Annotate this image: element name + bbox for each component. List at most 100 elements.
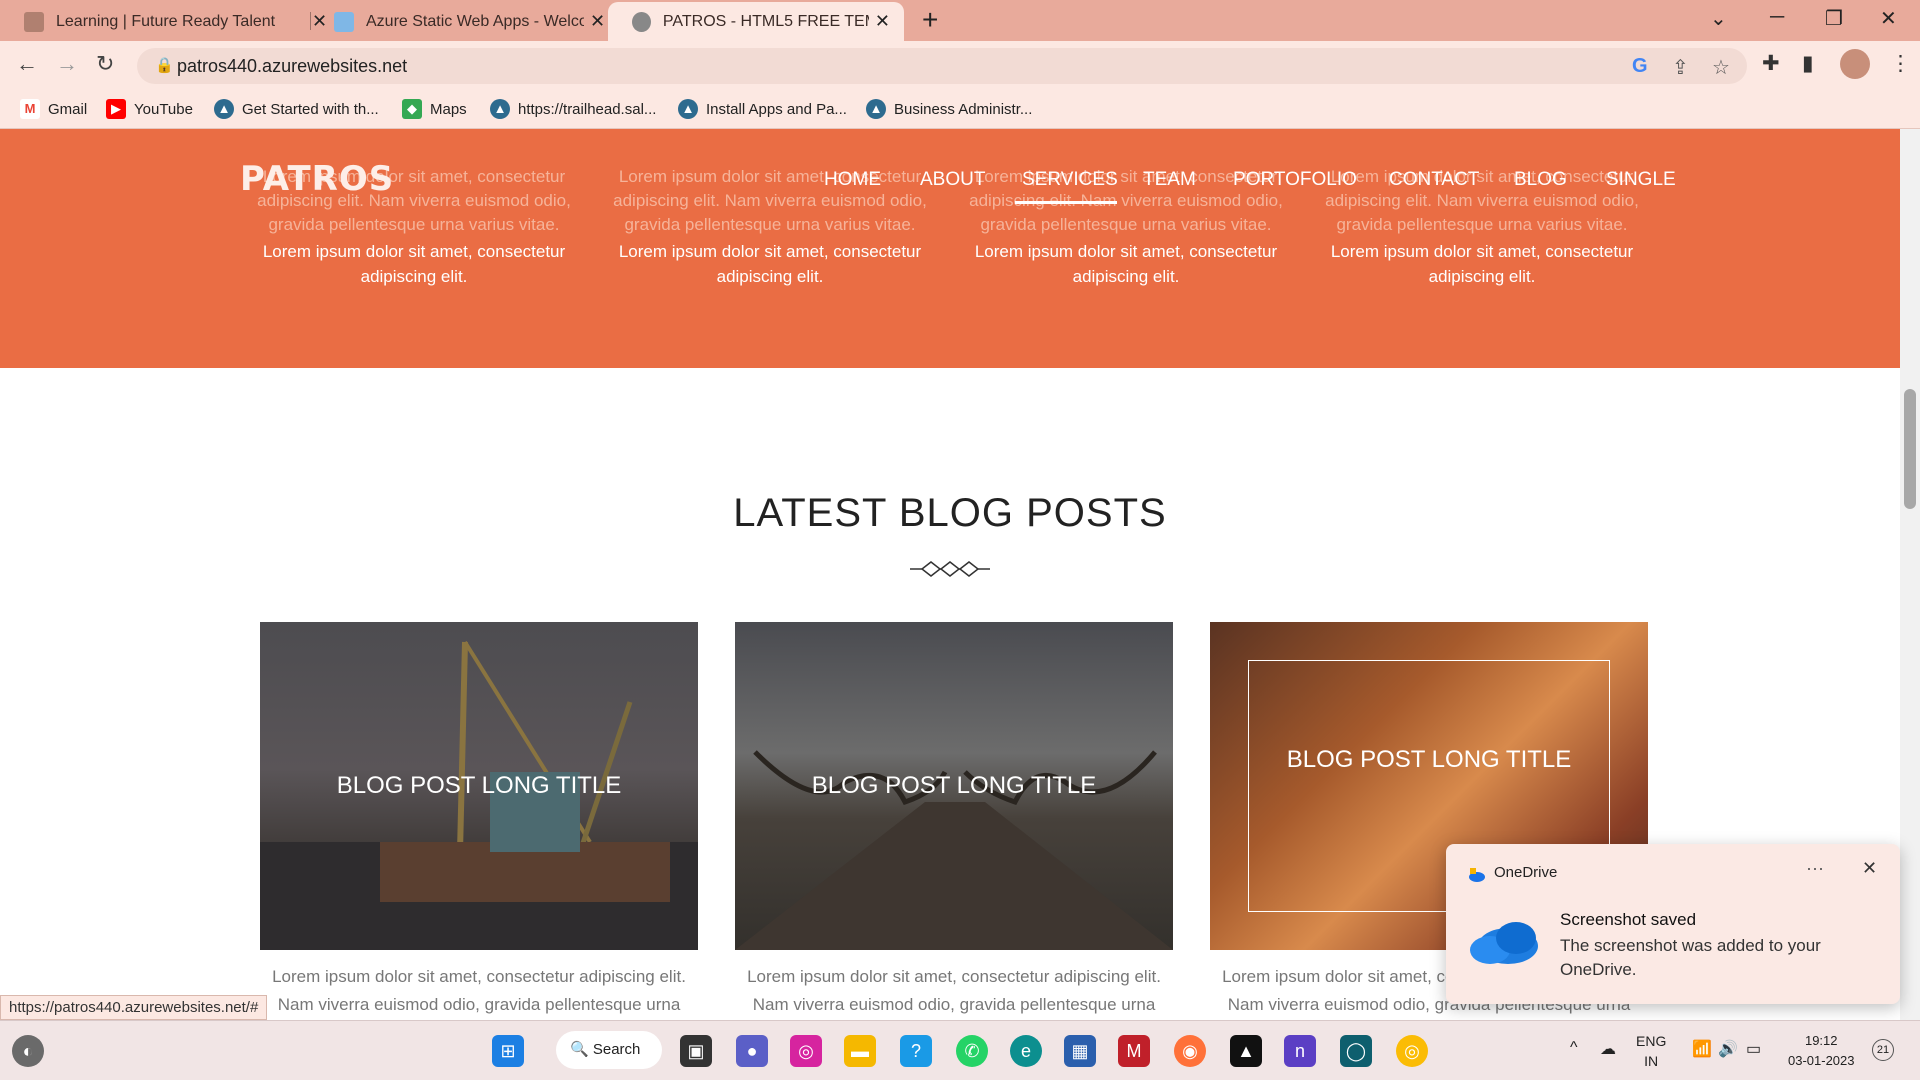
nav-portofolio[interactable]: PORTOFOLIO: [1233, 169, 1357, 191]
notification-body: The screenshot was added to your OneDriv…: [1560, 936, 1821, 979]
windows-taskbar: ◐ ⊞ 🔍 Search ▣ ● ◎ ▬ ? ✆ e ▦ M ◉ ▲ n ◯ ◎…: [0, 1020, 1920, 1080]
nav-services[interactable]: SERVICES: [1022, 169, 1118, 191]
nox-player-icon[interactable]: n: [1284, 1035, 1316, 1067]
nav-contact[interactable]: CONTACT: [1389, 169, 1479, 191]
task-view-icon[interactable]: ▣: [680, 1035, 712, 1067]
nav-about[interactable]: ABOUT: [920, 169, 985, 191]
lock-icon[interactable]: 🔒: [155, 56, 174, 74]
onedrive-notification[interactable]: OneDrive ··· ✕ Screenshot saved The scre…: [1446, 844, 1900, 1004]
minimize-icon[interactable]: ─: [1770, 6, 1784, 29]
system-clock[interactable]: 19:12 03-01-2023: [1788, 1031, 1855, 1071]
browser-tabbar: Learning | Future Ready Talent ✕ Azure S…: [0, 0, 1920, 41]
bookmark-label: Gmail: [48, 100, 88, 118]
notification-count-badge[interactable]: 21: [1872, 1039, 1894, 1061]
battery-icon[interactable]: ▭: [1746, 1039, 1761, 1059]
onedrive-cloud-icon: [1470, 922, 1538, 964]
site-logo[interactable]: PATROS: [240, 159, 394, 199]
nav-home[interactable]: HOME: [824, 169, 881, 191]
blog-post-title[interactable]: BLOG POST LONG TITLE: [260, 772, 698, 800]
edge-icon[interactable]: e: [1010, 1035, 1042, 1067]
tab-favicon: [334, 11, 354, 32]
affinity-icon[interactable]: ▲: [1230, 1035, 1262, 1067]
blog-post-excerpt: Lorem ipsum dolor sit amet, consectetur …: [747, 967, 1161, 1014]
address-bar[interactable]: 🔒 patros440.azurewebsites.net G ⇪ ☆: [137, 48, 1747, 84]
onedrive-small-icon: [1469, 868, 1485, 882]
microsoft-store-icon[interactable]: ▦: [1064, 1035, 1096, 1067]
bookmark-label: Install Apps and Pa...: [706, 100, 847, 118]
trailhead-icon: ▲: [678, 99, 698, 119]
volume-icon[interactable]: 🔊: [1718, 1039, 1738, 1059]
bookmark-install-apps[interactable]: ▲ Install Apps and Pa...: [678, 99, 847, 119]
new-tab-icon[interactable]: +: [922, 4, 938, 36]
service-text: Lorem ipsum dolor sit amet, consectetur …: [1330, 242, 1634, 286]
bookmark-youtube[interactable]: ▶ YouTube: [106, 99, 193, 119]
bookmark-gmail[interactable]: M Gmail: [20, 99, 87, 119]
extensions-icon[interactable]: ✚: [1762, 51, 1780, 76]
bookmark-trailhead[interactable]: ▲ https://trailhead.sal...: [490, 99, 656, 119]
trailhead-icon: ▲: [866, 99, 886, 119]
tab-patros[interactable]: PATROS - HTML5 FREE TEMPLATE ✕: [608, 2, 904, 41]
scrollbar-thumb[interactable]: [1904, 389, 1916, 509]
service-text: Lorem ipsum dolor sit amet, consectetur …: [262, 242, 566, 286]
tab-search-chevron-icon[interactable]: ⌄: [1710, 6, 1727, 31]
side-panel-icon[interactable]: ▮: [1802, 51, 1814, 76]
restore-icon[interactable]: ❐: [1825, 6, 1843, 31]
section-divider: [910, 561, 990, 577]
window-close-icon[interactable]: ✕: [1880, 6, 1897, 31]
youtube-icon: ▶: [106, 99, 126, 119]
page-scrollbar[interactable]: [1900, 129, 1920, 1020]
reload-icon[interactable]: ↻: [96, 51, 114, 77]
share-icon[interactable]: ⇪: [1672, 55, 1689, 80]
bookmark-maps[interactable]: ◆ Maps: [402, 99, 467, 119]
service-ghost-text: Lorem ipsum dolor sit amet, consectetur …: [613, 167, 927, 234]
mcafee-icon[interactable]: M: [1118, 1035, 1150, 1067]
tab-favicon: [24, 11, 44, 32]
instagram-icon[interactable]: ◎: [790, 1035, 822, 1067]
tab-title: Learning | Future Ready Talent: [56, 12, 276, 30]
close-icon[interactable]: ✕: [590, 11, 605, 32]
blog-post-title[interactable]: BLOG POST LONG TITLE: [1210, 746, 1648, 774]
taskbar-search[interactable]: 🔍 Search: [556, 1031, 662, 1069]
google-lens-icon[interactable]: G: [1632, 55, 1648, 78]
bookmark-business-admin[interactable]: ▲ Business Administr...: [866, 99, 1032, 119]
more-options-icon[interactable]: ···: [1806, 858, 1824, 879]
blog-card[interactable]: BLOG POST LONG TITLE: [260, 622, 698, 950]
nav-blog[interactable]: BLOG: [1514, 169, 1567, 191]
browser-toolbar: ← → ↻ 🔒 patros440.azurewebsites.net G ⇪ …: [0, 41, 1920, 91]
bookmark-trailhead-start[interactable]: ▲ Get Started with th...: [214, 99, 379, 119]
alexa-icon[interactable]: ◯: [1340, 1035, 1372, 1067]
get-help-icon[interactable]: ?: [900, 1035, 932, 1067]
services-section: Lorem ipsum dolor sit amet, consectetur …: [0, 129, 1900, 368]
close-icon[interactable]: ✕: [875, 11, 890, 32]
teams-chat-icon[interactable]: ●: [736, 1035, 768, 1067]
language-indicator[interactable]: ENG IN: [1636, 1031, 1666, 1071]
nav-single[interactable]: SINGLE: [1606, 169, 1676, 191]
start-icon[interactable]: ⊞: [492, 1035, 524, 1067]
clock-time: 19:12: [1804, 1033, 1838, 1048]
tab-azure[interactable]: Azure Static Web Apps - Welcom ✕: [310, 2, 619, 41]
gmail-icon: M: [20, 99, 40, 119]
avatar[interactable]: [1840, 49, 1870, 79]
service-text: Lorem ipsum dolor sit amet, consectetur …: [618, 242, 922, 286]
close-icon[interactable]: ✕: [1862, 858, 1877, 879]
blog-card[interactable]: BLOG POST LONG TITLE: [735, 622, 1173, 950]
widgets-icon[interactable]: ◐: [12, 1035, 44, 1067]
file-explorer-icon[interactable]: ▬: [844, 1035, 876, 1067]
onedrive-tray-icon[interactable]: ☁: [1600, 1039, 1616, 1059]
wifi-icon[interactable]: 📶: [1692, 1039, 1712, 1059]
firefox-icon[interactable]: ◉: [1174, 1035, 1206, 1067]
back-icon[interactable]: ←: [16, 51, 38, 77]
tray-overflow-icon[interactable]: ^: [1570, 1039, 1578, 1057]
address-url[interactable]: patros440.azurewebsites.net: [177, 56, 407, 77]
taskbar-search-label: Search: [592, 1041, 641, 1058]
bookmark-star-icon[interactable]: ☆: [1712, 55, 1730, 80]
tab-learning[interactable]: Learning | Future Ready Talent ✕: [0, 2, 341, 41]
blog-post-title[interactable]: BLOG POST LONG TITLE: [735, 772, 1173, 800]
maps-icon: ◆: [402, 99, 422, 119]
nav-team[interactable]: TEAM: [1143, 169, 1196, 191]
bookmarks-bar: M Gmail ▶ YouTube ▲ Get Started with th... …: [0, 91, 1920, 129]
forward-icon[interactable]: →: [56, 51, 78, 77]
menu-icon[interactable]: ⋮: [1890, 51, 1911, 76]
chrome-icon[interactable]: ◎: [1396, 1035, 1428, 1067]
whatsapp-icon[interactable]: ✆: [956, 1035, 988, 1067]
